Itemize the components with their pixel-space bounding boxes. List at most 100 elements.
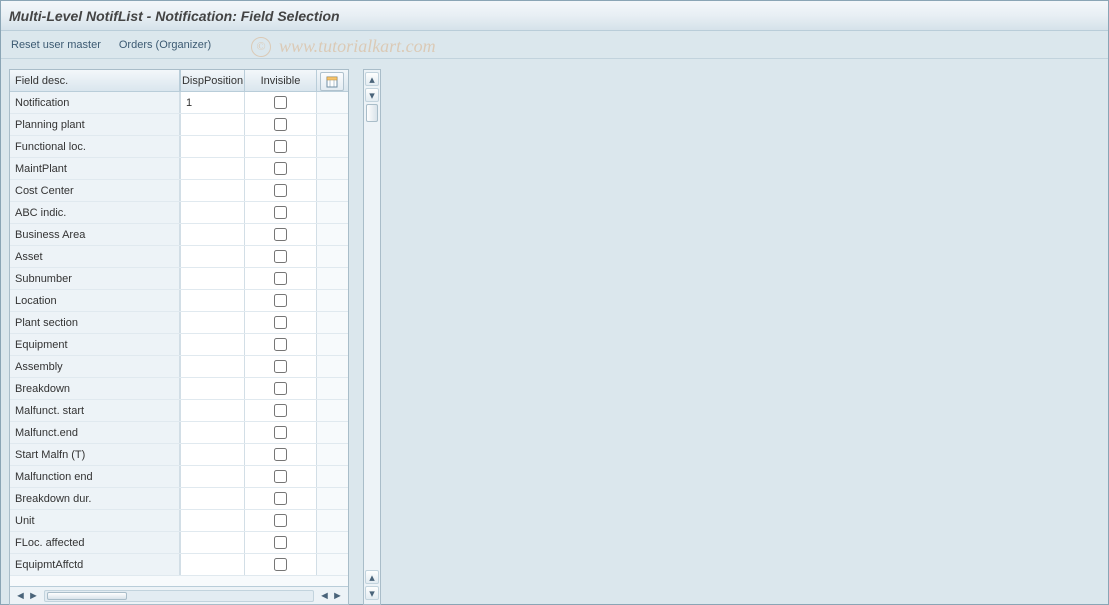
disp-position-cell[interactable] (180, 114, 245, 135)
field-desc-cell[interactable]: Equipment (10, 334, 180, 355)
field-desc-cell[interactable]: Business Area (10, 224, 180, 245)
v-scroll-track[interactable] (365, 104, 379, 570)
scroll-down-button[interactable]: ▾ (365, 586, 379, 600)
disp-position-cell[interactable] (180, 224, 245, 245)
field-desc-cell[interactable]: Functional loc. (10, 136, 180, 157)
disp-position-cell[interactable] (180, 532, 245, 553)
table-row[interactable]: Malfunct. start (10, 400, 348, 422)
field-desc-cell[interactable]: Notification (10, 92, 180, 113)
field-desc-cell[interactable]: Cost Center (10, 180, 180, 201)
table-row[interactable]: Breakdown dur. (10, 488, 348, 510)
disp-position-cell[interactable] (180, 422, 245, 443)
invisible-checkbox[interactable] (274, 536, 287, 549)
table-row[interactable]: Location (10, 290, 348, 312)
invisible-checkbox[interactable] (274, 206, 287, 219)
table-row[interactable]: Plant section (10, 312, 348, 334)
table-row[interactable]: Subnumber (10, 268, 348, 290)
table-row[interactable]: Equipment (10, 334, 348, 356)
table-row[interactable]: Start Malfn (T) (10, 444, 348, 466)
disp-position-cell[interactable] (180, 334, 245, 355)
table-row[interactable]: Planning plant (10, 114, 348, 136)
invisible-checkbox[interactable] (274, 360, 287, 373)
v-scroll-thumb[interactable] (366, 104, 378, 122)
table-row[interactable]: Business Area (10, 224, 348, 246)
invisible-checkbox[interactable] (274, 118, 287, 131)
field-desc-cell[interactable]: Plant section (10, 312, 180, 333)
invisible-checkbox[interactable] (274, 470, 287, 483)
scroll-right-inner-button[interactable]: ► (27, 589, 40, 602)
invisible-checkbox[interactable] (274, 426, 287, 439)
table-row[interactable]: Malfunct.end (10, 422, 348, 444)
invisible-checkbox[interactable] (274, 492, 287, 505)
table-row[interactable]: Functional loc. (10, 136, 348, 158)
field-desc-cell[interactable]: Location (10, 290, 180, 311)
disp-position-cell[interactable] (180, 444, 245, 465)
disp-position-cell[interactable] (180, 554, 245, 575)
scroll-right-button[interactable]: ► (331, 589, 344, 602)
field-desc-cell[interactable]: Unit (10, 510, 180, 531)
orders-organizer-button[interactable]: Orders (Organizer) (119, 39, 211, 51)
h-scroll-track[interactable] (44, 590, 314, 602)
invisible-checkbox[interactable] (274, 162, 287, 175)
invisible-checkbox[interactable] (274, 448, 287, 461)
table-row[interactable]: FLoc. affected (10, 532, 348, 554)
table-row[interactable]: Malfunction end (10, 466, 348, 488)
disp-position-cell[interactable] (180, 488, 245, 509)
invisible-checkbox[interactable] (274, 96, 287, 109)
invisible-checkbox[interactable] (274, 514, 287, 527)
disp-position-cell[interactable] (180, 158, 245, 179)
invisible-checkbox[interactable] (274, 250, 287, 263)
invisible-checkbox[interactable] (274, 294, 287, 307)
disp-position-cell[interactable] (180, 378, 245, 399)
table-row[interactable]: MaintPlant (10, 158, 348, 180)
disp-position-cell[interactable] (180, 136, 245, 157)
invisible-checkbox[interactable] (274, 272, 287, 285)
disp-position-cell[interactable] (180, 312, 245, 333)
disp-position-cell[interactable] (180, 246, 245, 267)
table-row[interactable]: Unit (10, 510, 348, 532)
invisible-checkbox[interactable] (274, 140, 287, 153)
scroll-up-button[interactable]: ▴ (365, 72, 379, 86)
disp-position-cell[interactable]: 1 (180, 92, 245, 113)
field-desc-cell[interactable]: Subnumber (10, 268, 180, 289)
invisible-checkbox[interactable] (274, 404, 287, 417)
field-desc-cell[interactable]: MaintPlant (10, 158, 180, 179)
table-config-button[interactable] (320, 72, 344, 91)
field-desc-cell[interactable]: Assembly (10, 356, 180, 377)
table-row[interactable]: Asset (10, 246, 348, 268)
invisible-checkbox[interactable] (274, 316, 287, 329)
h-scroll-thumb[interactable] (47, 592, 127, 600)
table-row[interactable]: Breakdown (10, 378, 348, 400)
invisible-checkbox[interactable] (274, 382, 287, 395)
table-row[interactable]: Cost Center (10, 180, 348, 202)
field-desc-cell[interactable]: Start Malfn (T) (10, 444, 180, 465)
field-desc-cell[interactable]: FLoc. affected (10, 532, 180, 553)
invisible-checkbox[interactable] (274, 184, 287, 197)
col-header-disp-position[interactable]: DispPosition (180, 70, 245, 91)
col-header-field-desc[interactable]: Field desc. (10, 70, 180, 91)
table-row[interactable]: EquipmtAffctd (10, 554, 348, 576)
field-desc-cell[interactable]: Planning plant (10, 114, 180, 135)
table-row[interactable]: Assembly (10, 356, 348, 378)
field-desc-cell[interactable]: Malfunct.end (10, 422, 180, 443)
field-desc-cell[interactable]: EquipmtAffctd (10, 554, 180, 575)
scroll-left-end-button[interactable]: ◄ (318, 589, 331, 602)
field-desc-cell[interactable]: Malfunction end (10, 466, 180, 487)
field-desc-cell[interactable]: Breakdown dur. (10, 488, 180, 509)
reset-user-master-button[interactable]: Reset user master (11, 39, 101, 51)
invisible-checkbox[interactable] (274, 228, 287, 241)
disp-position-cell[interactable] (180, 466, 245, 487)
disp-position-cell[interactable] (180, 356, 245, 377)
vertical-scrollbar[interactable]: ▴ ▾ ▴ ▾ (363, 69, 381, 605)
disp-position-cell[interactable] (180, 268, 245, 289)
scroll-down-top-button[interactable]: ▾ (365, 88, 379, 102)
disp-position-cell[interactable] (180, 180, 245, 201)
disp-position-cell[interactable] (180, 202, 245, 223)
invisible-checkbox[interactable] (274, 558, 287, 571)
disp-position-cell[interactable] (180, 510, 245, 531)
horizontal-scrollbar[interactable]: ◄ ► ◄ ► (10, 586, 348, 604)
field-desc-cell[interactable]: Malfunct. start (10, 400, 180, 421)
scroll-up-bottom-button[interactable]: ▴ (365, 570, 379, 584)
scroll-left-button[interactable]: ◄ (14, 589, 27, 602)
field-desc-cell[interactable]: Asset (10, 246, 180, 267)
